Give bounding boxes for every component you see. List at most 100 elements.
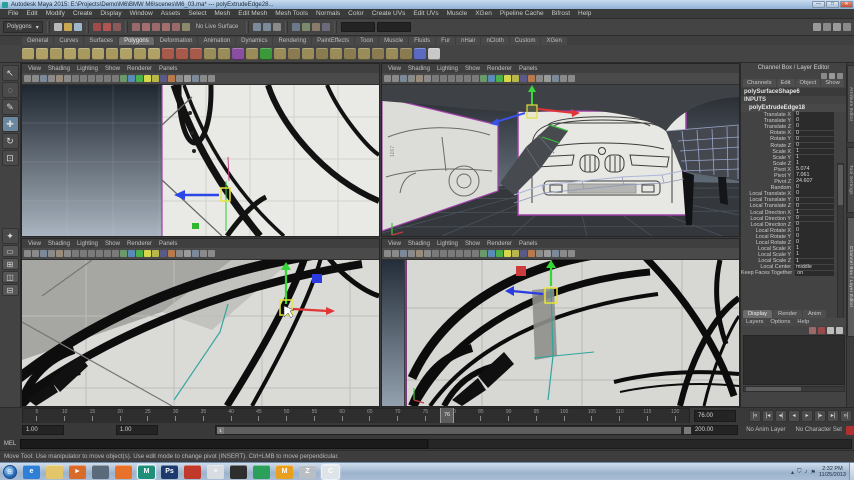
wireframe-icon[interactable] bbox=[176, 250, 183, 257]
shelf-tab[interactable]: Rendering bbox=[273, 37, 312, 45]
viewport-menu-item[interactable]: Show bbox=[102, 241, 123, 247]
menu-item[interactable]: Muscle bbox=[443, 10, 472, 17]
step-fwd-key-button[interactable]: |▸ bbox=[814, 410, 826, 422]
viewport-menu-item[interactable]: View bbox=[385, 241, 404, 247]
select-tool[interactable]: ↖ bbox=[1, 65, 19, 81]
poly-cube-icon[interactable] bbox=[36, 47, 48, 60]
poly-torus-icon[interactable] bbox=[92, 47, 104, 60]
channel-box-menu-item[interactable]: Channels bbox=[743, 79, 776, 87]
show-desktop-button[interactable] bbox=[849, 463, 854, 480]
textured-icon[interactable] bbox=[168, 75, 175, 82]
shelf-tab[interactable]: Dynamics bbox=[236, 37, 273, 45]
menu-item[interactable]: Display bbox=[96, 10, 125, 17]
shadows-icon[interactable] bbox=[520, 75, 527, 82]
shelf-tab[interactable]: nHair bbox=[456, 37, 481, 45]
boolean-difference-icon[interactable] bbox=[176, 47, 188, 60]
quick-selection-icon[interactable] bbox=[813, 23, 821, 31]
notepad-icon[interactable]: ≡ bbox=[207, 464, 224, 479]
animation-start-field[interactable]: 1.00 bbox=[22, 425, 64, 435]
attribute-value-field[interactable]: 0 bbox=[794, 197, 834, 204]
2d-pan-zoom-icon[interactable] bbox=[408, 75, 415, 82]
field-chart-icon[interactable] bbox=[456, 75, 463, 82]
viewport-menu-item[interactable]: Lighting bbox=[434, 241, 461, 247]
bevel-icon[interactable] bbox=[344, 47, 356, 60]
viewport-menu-item[interactable]: Lighting bbox=[434, 66, 461, 72]
bookmarks-icon[interactable] bbox=[32, 250, 39, 257]
viewport-menu-item[interactable]: View bbox=[25, 241, 44, 247]
film-gate-icon[interactable] bbox=[432, 250, 439, 257]
reduce-icon[interactable] bbox=[246, 47, 258, 60]
attribute-value-field[interactable]: 1 bbox=[794, 246, 834, 252]
time-slider-ticks[interactable]: 5101520253035404550556065707580859095100… bbox=[22, 408, 690, 424]
shadows-icon[interactable] bbox=[160, 75, 167, 82]
layer-editor-menu-item[interactable]: Options bbox=[767, 319, 793, 325]
auto-keyframe-icon[interactable] bbox=[845, 425, 854, 435]
object-details-icon[interactable] bbox=[823, 23, 831, 31]
frame-all-icon[interactable] bbox=[480, 75, 487, 82]
input-node-name[interactable]: polyExtrudeEdge18 bbox=[741, 104, 846, 112]
poly-pyramid-icon[interactable] bbox=[120, 47, 132, 60]
field-chart-icon[interactable] bbox=[96, 250, 103, 257]
tray-up-arrow-icon[interactable]: ▴ bbox=[791, 469, 794, 476]
taskbar-clock[interactable]: 2:32 PM 11/25/2013 bbox=[819, 466, 846, 479]
camera-attributes-icon[interactable] bbox=[24, 250, 31, 257]
channel-box-menu-item[interactable]: Object bbox=[795, 79, 821, 87]
append-polygon-icon[interactable] bbox=[260, 47, 272, 60]
gate-mask-icon[interactable] bbox=[448, 75, 455, 82]
viewport-menu-item[interactable]: Renderer bbox=[124, 241, 155, 247]
layout-two-pane-stacked[interactable]: ⊟ bbox=[1, 284, 19, 296]
select-component-icon[interactable] bbox=[112, 23, 121, 31]
viewport-menu-item[interactable]: Shading bbox=[45, 241, 73, 247]
make-live-icon[interactable] bbox=[181, 23, 190, 31]
default-material-icon[interactable] bbox=[560, 75, 567, 82]
attribute-row[interactable]: Keep Faces Together on bbox=[741, 270, 846, 276]
photoshop-icon[interactable]: Ps bbox=[161, 464, 178, 479]
xray-icon[interactable] bbox=[192, 75, 199, 82]
attribute-value-field[interactable]: 0 bbox=[794, 240, 834, 246]
shelf-tab[interactable]: Muscle bbox=[379, 37, 409, 45]
menu-item[interactable]: Pipeline Cache bbox=[496, 10, 548, 17]
isolate-select-icon[interactable] bbox=[136, 75, 143, 82]
menu-item[interactable]: Select bbox=[184, 10, 210, 17]
layer-list-empty[interactable] bbox=[743, 335, 845, 385]
viewport-canvas-detail-right[interactable] bbox=[382, 260, 739, 406]
shadows-icon[interactable] bbox=[160, 250, 167, 257]
menu-item[interactable]: Bifrost bbox=[548, 10, 574, 17]
attribute-value-field[interactable]: 0 bbox=[794, 215, 834, 222]
shelf-tab[interactable]: nCloth bbox=[481, 37, 509, 45]
image-plane-icon[interactable] bbox=[400, 250, 407, 257]
lighting-all-icon[interactable] bbox=[144, 75, 151, 82]
attribute-value-field[interactable]: 0 bbox=[794, 227, 834, 234]
ipr-render-icon[interactable] bbox=[312, 23, 321, 31]
attribute-value-field[interactable]: 1 bbox=[794, 148, 834, 155]
sidebar-tab-tool-settings[interactable]: Tool Settings bbox=[847, 147, 854, 213]
layer-editor-tab[interactable]: Anim bbox=[803, 310, 827, 318]
menu-item[interactable]: Edit Mesh bbox=[234, 10, 271, 17]
input-connections-icon[interactable] bbox=[253, 23, 262, 31]
range-slider-bar[interactable]: 1 bbox=[215, 425, 693, 435]
viewport-menu-item[interactable]: Renderer bbox=[484, 241, 515, 247]
lighting-selected-icon[interactable] bbox=[152, 250, 159, 257]
smooth-icon[interactable] bbox=[232, 47, 244, 60]
shelf-tab[interactable]: Toon bbox=[355, 37, 379, 45]
coordinate-input-x[interactable] bbox=[341, 22, 376, 32]
layout-four-pane[interactable]: ⊞ bbox=[1, 258, 19, 270]
lighting-selected-icon[interactable] bbox=[512, 75, 519, 82]
poly-cylinder-icon[interactable] bbox=[50, 47, 62, 60]
attribute-value-field[interactable]: 0 bbox=[794, 185, 834, 191]
textured-icon[interactable] bbox=[528, 75, 535, 82]
hyperbolic-icon[interactable] bbox=[837, 73, 843, 79]
grid-icon[interactable] bbox=[64, 250, 71, 257]
viewport-menu-item[interactable]: Shading bbox=[405, 241, 433, 247]
resolution-gate-icon[interactable] bbox=[440, 75, 447, 82]
menu-item[interactable]: Edit bbox=[22, 10, 41, 17]
mudbox-icon[interactable]: M bbox=[276, 464, 293, 479]
maximize-button[interactable]: □ bbox=[826, 1, 839, 8]
attribute-value-field[interactable]: on bbox=[795, 270, 834, 277]
move-layer-down-icon[interactable] bbox=[818, 327, 825, 334]
grease-pencil-icon[interactable] bbox=[416, 250, 423, 257]
snap-point-icon[interactable] bbox=[151, 23, 160, 31]
rotate-tool[interactable]: ↻ bbox=[1, 133, 19, 149]
plugin-shapes-icon[interactable] bbox=[208, 250, 215, 257]
shelf-tab[interactable]: Fur bbox=[436, 37, 456, 45]
